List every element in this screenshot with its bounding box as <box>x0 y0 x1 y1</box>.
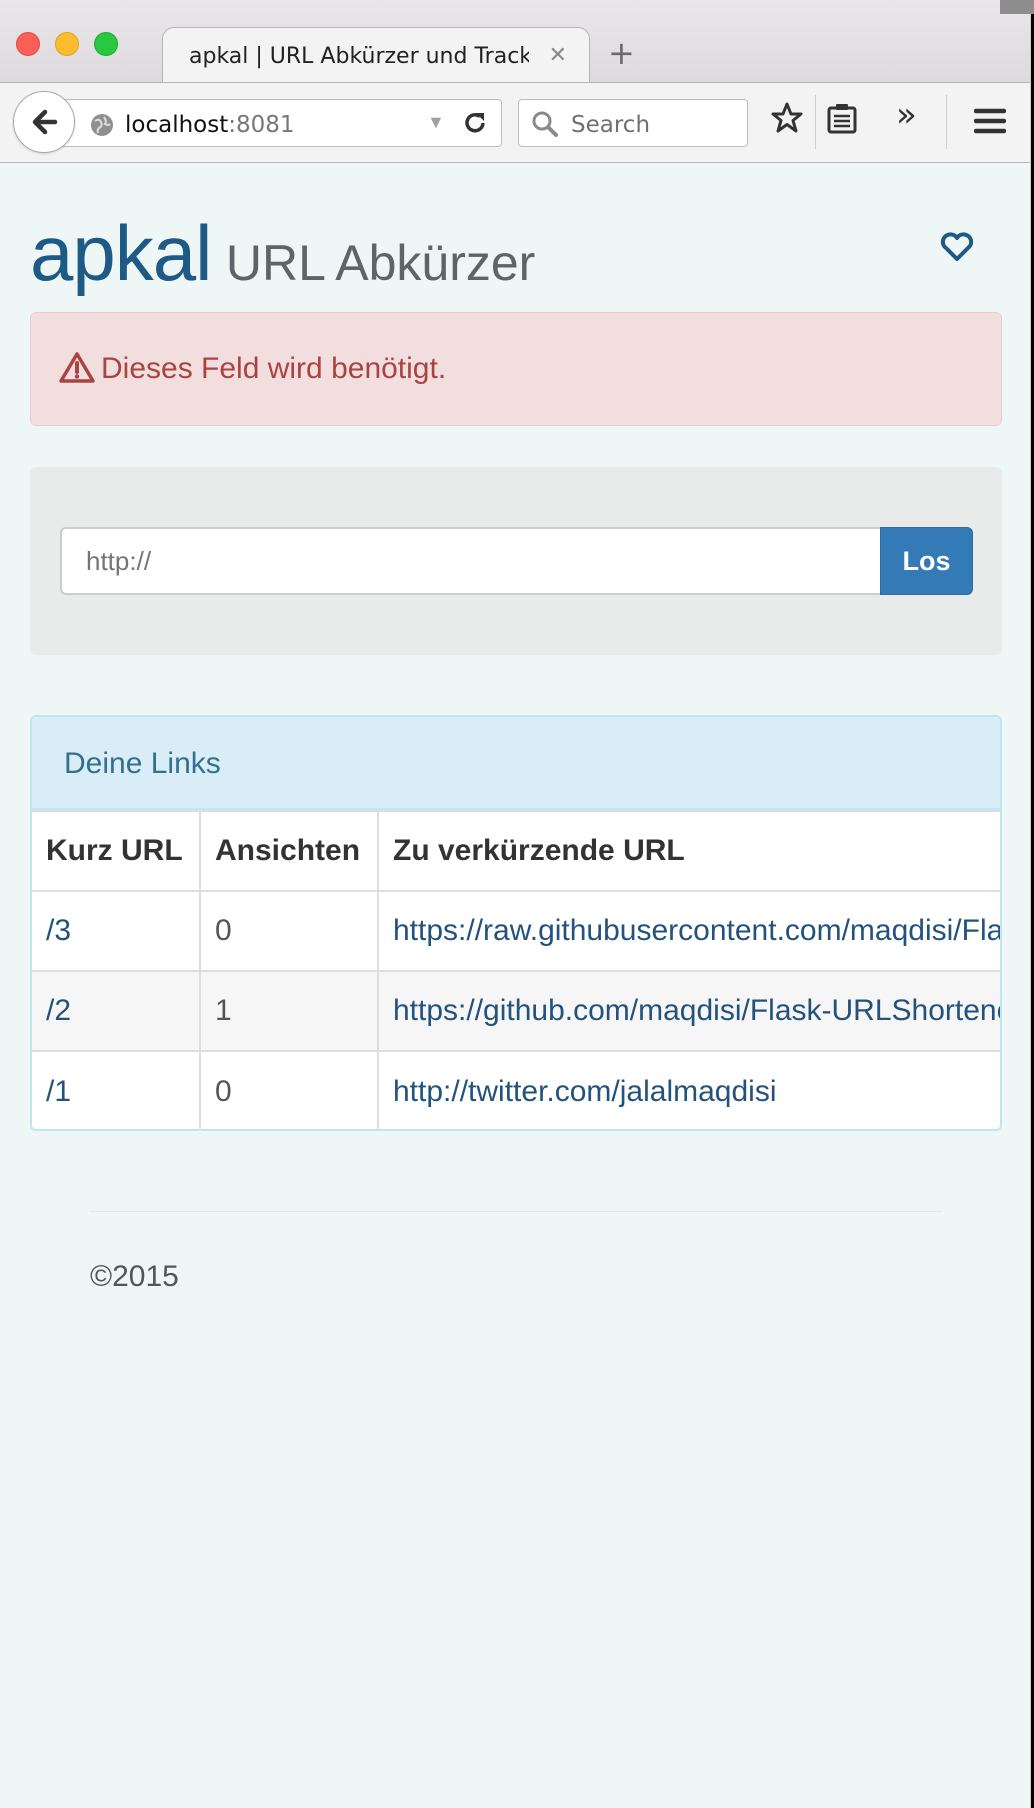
target-url-link[interactable]: https://github.com/maqdisi/Flask-URLShor… <box>393 994 1000 1027</box>
bookmark-star-icon[interactable] <box>770 101 804 135</box>
short-url-link[interactable]: /1 <box>46 1075 71 1108</box>
globe-icon <box>91 114 113 136</box>
shorten-form: Los <box>30 467 1002 655</box>
address-bar[interactable]: localhost:8081 ▼ <box>58 99 502 147</box>
column-header-short-url: Kurz URL <box>32 810 201 892</box>
views-count: 1 <box>199 970 379 1052</box>
navigation-bar: localhost:8081 ▼ Search » <box>0 82 1030 163</box>
url-input[interactable] <box>60 527 880 595</box>
browser-window: apkal | URL Abkürzer und Tracki… ✕ + loc… <box>0 0 1031 1808</box>
history-dropdown-icon[interactable]: ▼ <box>427 112 445 133</box>
alert-message: Dieses Feld wird benötigt. <box>101 352 447 385</box>
tab-bar: apkal | URL Abkürzer und Tracki… ✕ + <box>0 0 1030 85</box>
table-row: /3 0 https://raw.githubusercontent.com/m… <box>32 890 1000 972</box>
table-header-row: Kurz URL Ansichten Zu verkürzende URL <box>32 810 1000 892</box>
short-url-link[interactable]: /3 <box>46 914 71 947</box>
reading-list-icon[interactable] <box>826 101 858 135</box>
zoom-window-button[interactable] <box>94 32 118 56</box>
panel-title: Deine Links <box>32 717 1000 810</box>
reload-icon[interactable] <box>461 109 489 137</box>
url-port: :8081 <box>228 112 295 138</box>
search-icon <box>532 111 558 137</box>
brand-logo[interactable]: apkal <box>30 209 212 297</box>
page-subtitle: URL Abkürzer <box>225 235 536 291</box>
submit-button[interactable]: Los <box>880 527 973 595</box>
new-tab-icon[interactable]: + <box>608 34 635 72</box>
heart-icon[interactable] <box>940 232 974 262</box>
url-host: localhost <box>125 112 229 138</box>
links-table: Kurz URL Ansichten Zu verkürzende URL /3… <box>32 810 1000 1129</box>
copyright-text: ©2015 <box>90 1260 179 1293</box>
desktop-edge <box>1000 0 1034 14</box>
target-url-link[interactable]: https://raw.githubusercontent.com/maqdis… <box>393 914 1000 947</box>
table-row: /1 0 http://twitter.com/jalalmaqdisi <box>32 1050 1000 1129</box>
search-bar[interactable]: Search <box>518 99 748 147</box>
short-url-link[interactable]: /2 <box>46 994 71 1027</box>
views-count: 0 <box>199 1050 379 1129</box>
hamburger-menu-icon[interactable] <box>974 107 1006 135</box>
column-header-views: Ansichten <box>199 810 379 892</box>
toolbar-divider <box>946 95 947 149</box>
arrow-left-icon <box>32 109 58 135</box>
back-button[interactable] <box>13 91 75 153</box>
table-row: /2 1 https://github.com/maqdisi/Flask-UR… <box>32 970 1000 1052</box>
column-header-target-url: Zu verkürzende URL <box>377 810 1000 892</box>
overflow-chevron-icon[interactable]: » <box>896 95 917 135</box>
minimize-window-button[interactable] <box>55 32 79 56</box>
tab-title: apkal | URL Abkürzer und Tracki… <box>189 44 529 69</box>
toolbar-divider <box>815 95 816 149</box>
links-panel: Deine Links Kurz URL Ansichten Zu verkür… <box>30 715 1002 1131</box>
url-text: localhost:8081 <box>125 112 295 138</box>
close-window-button[interactable] <box>16 32 40 56</box>
page-content: apkal URL Abkürzer Dieses Feld wird benö… <box>0 164 1030 1808</box>
search-placeholder: Search <box>571 112 651 138</box>
warning-icon <box>59 352 95 383</box>
tab-close-icon[interactable]: ✕ <box>549 42 567 68</box>
site-header: apkal URL Abkürzer <box>30 208 535 299</box>
footer-divider <box>90 1211 942 1212</box>
target-url-link[interactable]: http://twitter.com/jalalmaqdisi <box>393 1075 776 1108</box>
error-alert: Dieses Feld wird benötigt. <box>30 312 1002 426</box>
browser-tab[interactable]: apkal | URL Abkürzer und Tracki… ✕ <box>162 27 590 85</box>
views-count: 0 <box>199 890 379 972</box>
